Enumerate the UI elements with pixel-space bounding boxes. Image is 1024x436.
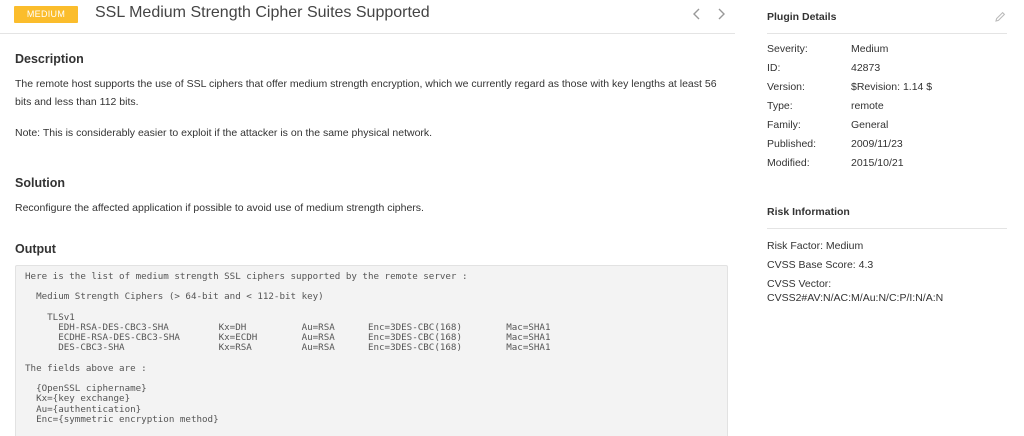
- next-plugin-button[interactable]: [712, 4, 730, 24]
- solution-text: Reconfigure the affected application if …: [15, 202, 424, 214]
- detail-value-severity: Medium: [851, 43, 889, 55]
- pencil-icon: [995, 11, 1006, 22]
- cvss-vector: CVSS Vector: CVSS2#AV:N/AC:M/Au:N/C:P/I:…: [767, 278, 944, 304]
- plugin-details-heading: Plugin Details: [767, 11, 837, 23]
- risk-information-heading: Risk Information: [767, 206, 850, 218]
- plugin-header: MEDIUM SSL Medium Strength Cipher Suites…: [0, 0, 735, 34]
- chevron-right-icon: [718, 8, 725, 20]
- detail-label-type: Type:: [767, 100, 793, 112]
- severity-badge: MEDIUM: [14, 6, 78, 23]
- output-box: Here is the list of medium strength SSL …: [15, 265, 728, 436]
- output-heading: Output: [15, 242, 56, 256]
- detail-label-modified: Modified:: [767, 157, 810, 169]
- divider: [767, 33, 1007, 34]
- divider: [767, 228, 1007, 229]
- previous-plugin-button[interactable]: [688, 4, 706, 24]
- detail-label-severity: Severity:: [767, 43, 808, 55]
- main-panel: MEDIUM SSL Medium Strength Cipher Suites…: [0, 0, 735, 436]
- risk-factor: Risk Factor: Medium: [767, 240, 864, 252]
- output-text: Here is the list of medium strength SSL …: [25, 271, 551, 425]
- detail-value-family: General: [851, 119, 889, 131]
- description-heading: Description: [15, 52, 84, 66]
- description-note: Note: This is considerably easier to exp…: [15, 127, 433, 139]
- cvss-base-score: CVSS Base Score: 4.3: [767, 259, 874, 271]
- solution-heading: Solution: [15, 176, 65, 190]
- edit-plugin-button[interactable]: [993, 10, 1007, 24]
- detail-label-published: Published:: [767, 138, 817, 150]
- detail-value-version: $Revision: 1.14 $: [851, 81, 933, 93]
- detail-value-published: 2009/11/23: [851, 138, 903, 150]
- sidebar: Plugin Details Severity: Medium ID: 4287…: [767, 0, 1010, 436]
- detail-value-type: remote: [851, 100, 884, 112]
- detail-label-family: Family:: [767, 119, 801, 131]
- detail-label-version: Version:: [767, 81, 805, 93]
- detail-value-modified: 2015/10/21: [851, 157, 904, 169]
- description-text: The remote host supports the use of SSL …: [15, 78, 717, 108]
- chevron-left-icon: [693, 8, 700, 20]
- page-title: SSL Medium Strength Cipher Suites Suppor…: [95, 4, 430, 21]
- detail-label-id: ID:: [767, 62, 781, 74]
- detail-value-id: 42873: [851, 62, 881, 74]
